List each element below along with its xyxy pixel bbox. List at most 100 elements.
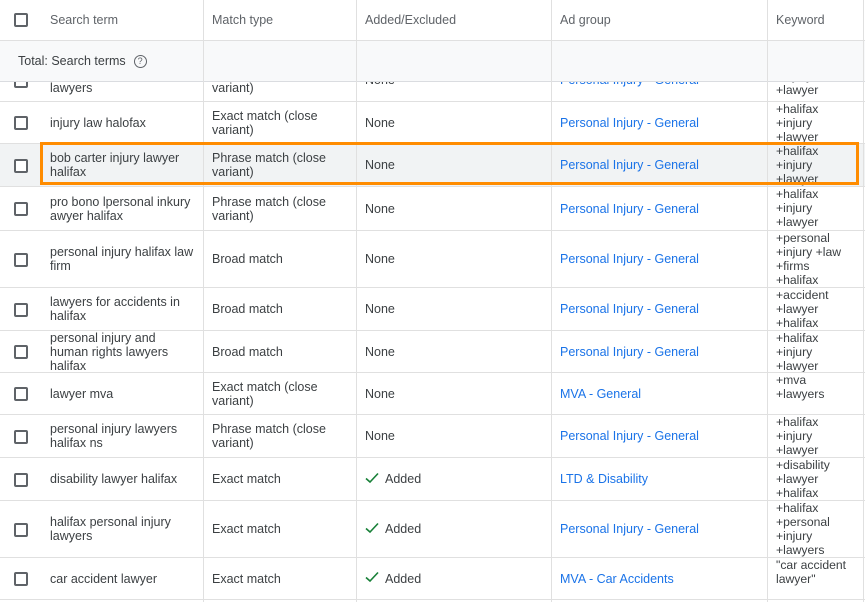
ad-group-link[interactable]: Personal Injury - General (552, 501, 768, 557)
status: None (365, 429, 395, 443)
keyword: +halifax +injury +lawyer (776, 415, 819, 457)
search-term: lawyer mva (50, 386, 114, 401)
match-type: Exact match (212, 522, 281, 536)
match-type: Exact match (close variant) (212, 108, 318, 137)
header-added-excluded[interactable]: Added/Excluded (357, 0, 552, 40)
match-type: Broad match (212, 252, 283, 266)
header-ad-group[interactable]: Ad group (552, 0, 768, 40)
row-checkbox[interactable] (14, 302, 28, 317)
row-checkbox[interactable] (14, 472, 28, 487)
status: None (357, 82, 552, 101)
total-row: Total: Search terms ? (0, 41, 865, 82)
header-search-term[interactable]: Search term (42, 0, 204, 40)
column-divider (767, 0, 768, 602)
search-term: personal injury lawyers halifax ns (50, 422, 178, 450)
select-all-checkbox[interactable] (14, 13, 28, 27)
total-label: Total: Search terms (18, 54, 126, 68)
table-row[interactable]: lawyer mva Exact match (close variant) Non… (0, 373, 865, 415)
match-type: Exact match (212, 472, 281, 486)
table-row[interactable]: personal injury and human rights lawyers… (0, 331, 865, 373)
row-checkbox[interactable] (14, 202, 28, 216)
table-row[interactable]: pro bono lpersonal inkury awyer halifax P… (0, 187, 865, 231)
checkmark-icon (365, 522, 379, 537)
status: Added (357, 558, 552, 599)
keyword: +halifax +injury +lawyer (776, 102, 819, 143)
ad-group-link[interactable]: Personal Injury - General (552, 187, 768, 230)
column-divider (863, 0, 864, 602)
keyword: +halifax +injury +lawyer (776, 331, 819, 372)
ad-group-link[interactable]: Personal Injury - General (552, 288, 768, 330)
status: None (365, 115, 395, 130)
row-checkbox[interactable] (14, 252, 28, 267)
keyword: +accident +lawyer +halifax (776, 288, 829, 330)
status-label: Added (385, 472, 422, 486)
match-type: Exact match (close variant) (212, 379, 318, 408)
row-checkbox[interactable] (14, 572, 28, 586)
table-row[interactable]: lawyers for accidents in halifax Broad ma… (0, 288, 865, 331)
row-checkbox[interactable] (14, 345, 28, 359)
column-divider (551, 0, 552, 602)
column-divider (356, 0, 357, 602)
table-row[interactable]: injury law halofax Exact match (close var… (0, 102, 865, 144)
ad-group-link[interactable]: Personal Injury - General (552, 331, 768, 372)
search-term: halifax personal injury lawyers (50, 515, 171, 543)
status: None (365, 386, 395, 401)
status: None (365, 201, 395, 216)
row-checkbox[interactable] (14, 158, 28, 173)
header-keyword[interactable]: Keyword (768, 0, 865, 40)
keyword: +disability +lawyer +halifax (776, 458, 830, 500)
checkmark-icon (365, 472, 379, 487)
keyword: +halifax +personal +injury +lawyers (776, 501, 830, 557)
checkmark-icon (365, 571, 379, 586)
ad-group-link[interactable]: Personal Injury - General (552, 102, 768, 143)
table-row[interactable]: bob carter injury lawyer halifax Phrase m… (0, 144, 865, 187)
status-label: Added (385, 571, 422, 586)
row-checkbox[interactable] (14, 522, 28, 537)
column-divider (203, 0, 204, 602)
row-checkbox[interactable] (14, 429, 28, 444)
status: Added (357, 501, 552, 557)
status-label: Added (385, 522, 422, 536)
match-type: Phrase match (close variant) (212, 151, 326, 179)
match-type: Phrase match (close variant) (212, 422, 326, 450)
keyword: +halifax +injury +lawyer (776, 144, 819, 186)
table-row[interactable]: disability lawyer halifax Exact match Adde… (0, 458, 865, 501)
ad-group-link[interactable]: MVA - General (552, 373, 768, 414)
search-term: pro bono lpersonal inkury awyer halifax (50, 194, 191, 223)
row-checkbox[interactable] (14, 387, 28, 401)
ad-group-link[interactable]: Personal Injury - General (552, 231, 768, 287)
table-row[interactable]: lawyers variant) None Personal Injury - … (0, 82, 865, 102)
match-type: Phrase match (close variant) (212, 194, 326, 223)
search-term: lawyers for accidents in halifax (50, 295, 180, 323)
status: None (365, 302, 395, 316)
header-match-type[interactable]: Match type (204, 0, 356, 40)
keyword: +mva +lawyers (776, 373, 825, 401)
keyword: +personal +injury +law +firms +halifax (776, 231, 842, 287)
status: None (365, 252, 395, 266)
ad-group-link[interactable]: MVA - Car Accidents (552, 558, 768, 599)
search-term: lawyers (50, 82, 93, 95)
help-circle-icon[interactable]: ? (133, 54, 147, 68)
table-header: Search term Match type Added/Excluded Ad… (0, 0, 865, 41)
table-row[interactable]: car accident lawyer Exact match Added MVA -… (0, 558, 865, 600)
table-row[interactable]: personal injury halifax law firm Broad ma… (0, 231, 865, 288)
search-term: injury law halofax (50, 115, 146, 130)
match-type: Broad match (212, 302, 283, 316)
keyword: +halifax +injury +lawyer (776, 187, 819, 229)
ad-group-link[interactable]: Personal Injury - General (552, 415, 768, 457)
search-term: personal injury and human rights lawyers… (50, 331, 169, 372)
table-row[interactable]: personal injury lawyers halifax ns Phrase… (0, 415, 865, 458)
table-row[interactable]: halifax personal injury lawyers Exact mat… (0, 501, 865, 558)
ad-group-link[interactable]: LTD & Disability (552, 458, 768, 500)
match-type: Exact match (212, 571, 281, 586)
row-checkbox[interactable] (14, 82, 28, 88)
status: None (365, 344, 395, 359)
ad-group-link[interactable]: Personal Injury - General (552, 82, 768, 101)
search-term: bob carter injury lawyer halifax (50, 151, 180, 179)
search-term: car accident lawyer (50, 571, 157, 586)
status: Added (357, 458, 552, 500)
search-term: disability lawyer halifax (50, 472, 178, 486)
row-checkbox[interactable] (14, 116, 28, 130)
search-term: personal injury halifax law firm (50, 245, 194, 273)
ad-group-link[interactable]: Personal Injury - General (552, 144, 768, 186)
